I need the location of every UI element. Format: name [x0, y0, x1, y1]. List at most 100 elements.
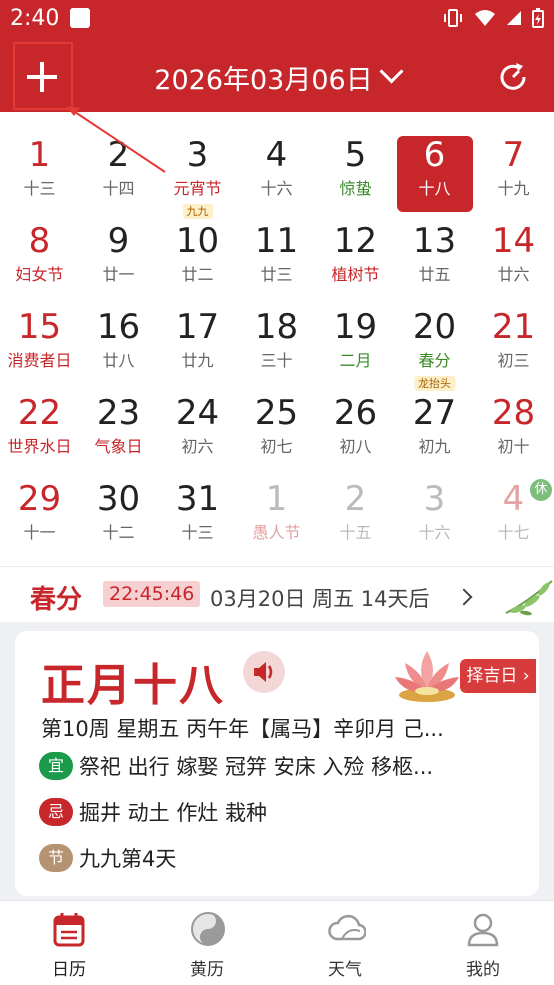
day-lunar-label: 初十: [497, 437, 530, 456]
day-lunar-label: 十二: [102, 523, 135, 542]
bottom-tab-bar: 日历 黄历 天气 我的: [0, 900, 554, 985]
chevron-right-icon: [455, 588, 473, 606]
speaker-icon: [254, 662, 273, 682]
calendar-day-cell[interactable]: 16 廿八: [79, 284, 158, 370]
tab-weather[interactable]: 天气: [276, 901, 414, 985]
bamboo-icon: [505, 580, 553, 616]
zeji-label: 择吉日: [466, 666, 518, 686]
calendar-day-cell[interactable]: 9 廿一: [79, 198, 158, 284]
day-lunar-label: 初七: [260, 437, 293, 456]
select-auspicious-day-button[interactable]: 择吉日 ›: [460, 659, 536, 693]
calendar-day-cell[interactable]: 26 初八: [316, 370, 395, 456]
calendar-day-cell[interactable]: 27 初九: [395, 370, 474, 456]
day-lunar-label: 世界水日: [7, 437, 72, 456]
day-lunar-label: 三十: [260, 351, 293, 370]
day-number: 30: [96, 479, 141, 519]
day-number: 15: [17, 307, 62, 347]
day-number: 12: [333, 221, 378, 261]
day-lunar-label: 初六: [181, 437, 214, 456]
calendar-day-cell[interactable]: 12 植树节: [316, 198, 395, 284]
day-lunar-label: 十五: [339, 523, 372, 542]
calendar-day-cell[interactable]: 25 初七: [237, 370, 316, 456]
yi-row[interactable]: 宜祭祀 出行 嫁娶 冠笄 安床 入殓 移柩...: [39, 751, 433, 781]
calendar-day-cell[interactable]: 28 初十: [474, 370, 553, 456]
day-lunar-label: 廿二: [181, 265, 214, 284]
day-lunar-label: 初八: [339, 437, 372, 456]
tab-label: 日历: [52, 960, 86, 980]
day-lunar-label: 气象日: [94, 437, 143, 456]
calendar-icon: [53, 913, 85, 947]
calendar-day-cell[interactable]: 15 消费者日: [0, 284, 79, 370]
calendar-day-cell[interactable]: 24 初六: [158, 370, 237, 456]
day-number: 10: [175, 221, 220, 261]
day-lunar-label: 妇女节: [15, 265, 64, 284]
annotation-arrow: [66, 106, 166, 173]
calendar-day-cell[interactable]: 19 二月: [316, 284, 395, 370]
ji-row[interactable]: 忌掘井 动土 作灶 栽种: [39, 797, 267, 827]
jie-tag: 节: [39, 844, 73, 872]
lotus-icon: [395, 651, 459, 702]
solar-term-name: 春分: [30, 585, 83, 615]
speaker-button[interactable]: [243, 651, 285, 693]
day-number: 13: [412, 221, 457, 261]
jie-text: 九九第4天: [79, 847, 177, 871]
day-number: 29: [17, 479, 62, 519]
day-number: 19: [333, 307, 378, 347]
day-number: 28: [491, 393, 536, 433]
day-number: 17: [175, 307, 220, 347]
day-number: 11: [254, 221, 299, 261]
day-lunar-label: 二月: [339, 351, 372, 370]
tab-calendar[interactable]: 日历: [0, 901, 138, 985]
tab-label: 我的: [466, 960, 500, 980]
calendar-day-cell[interactable]: 10 廿二: [158, 198, 237, 284]
rest-badge: 休: [530, 479, 552, 501]
solar-term-row[interactable]: 春分 22:45:46 03月20日 周五 14天后: [0, 566, 554, 623]
day-number: 31: [175, 479, 220, 519]
calendar-day-cell[interactable]: 13 廿五: [395, 198, 474, 284]
calendar-day-cell[interactable]: 30 十二: [79, 456, 158, 542]
tab-almanac[interactable]: 黄历: [138, 901, 276, 985]
calendar-day-cell[interactable]: 31 十三: [158, 456, 237, 542]
calendar-day-cell[interactable]: 14 廿六: [474, 198, 553, 284]
day-lunar-label: 初三: [497, 351, 530, 370]
day-number: 20: [412, 307, 457, 347]
ji-tag: 忌: [39, 798, 73, 826]
calendar-day-cell[interactable]: 29 十一: [0, 456, 79, 542]
day-lunar-label: 十七: [497, 523, 530, 542]
calendar-day-cell[interactable]: 2 十五: [316, 456, 395, 542]
day-lunar-label: 廿五: [418, 265, 451, 284]
yi-tag: 宜: [39, 752, 73, 780]
day-lunar-label: 廿三: [260, 265, 293, 284]
calendar-day-cell[interactable]: 3 十六: [395, 456, 474, 542]
day-number: 24: [175, 393, 220, 433]
day-number: 16: [96, 307, 141, 347]
day-lunar-label: 愚人节: [252, 523, 301, 542]
calendar-day-cell[interactable]: 17 廿九: [158, 284, 237, 370]
yi-text: 祭祀 出行 嫁娶 冠笄 安床 入殓 移柩...: [79, 755, 434, 779]
day-lunar-label: 植树节: [331, 265, 380, 284]
day-lunar-label: 初九: [418, 437, 451, 456]
calendar-day-cell[interactable]: 1 愚人节: [237, 456, 316, 542]
almanac-card[interactable]: 正月十八 择吉日 › 第10周 星期五 丙午年【属马】辛卯月 己... 宜祭祀 …: [15, 631, 539, 896]
day-lunar-label: 廿九: [181, 351, 214, 370]
tab-profile[interactable]: 我的: [414, 901, 552, 985]
solar-term-date: 03月20日 周五 14天后: [210, 587, 430, 611]
day-number: 21: [491, 307, 536, 347]
day-number: 2: [344, 479, 367, 519]
day-lunar-label: 廿六: [497, 265, 530, 284]
weather-icon: [328, 914, 366, 941]
day-lunar-label: 十六: [418, 523, 451, 542]
calendar-day-cell[interactable]: 23 气象日: [79, 370, 158, 456]
day-number: 14: [491, 221, 536, 261]
calendar-day-cell[interactable]: 8 妇女节: [0, 198, 79, 284]
day-lunar-label: 十三: [181, 523, 214, 542]
yinyang-icon: [191, 912, 225, 946]
calendar-day-cell[interactable]: 11 廿三: [237, 198, 316, 284]
calendar-day-cell[interactable]: 22 世界水日: [0, 370, 79, 456]
jie-row[interactable]: 节九九第4天: [39, 843, 176, 873]
day-lunar-label: 消费者日: [7, 351, 72, 370]
calendar-day-cell[interactable]: 21 初三: [474, 284, 553, 370]
almanac-info-line: 第10周 星期五 丙午年【属马】辛卯月 己...: [41, 717, 444, 741]
calendar-day-cell[interactable]: 18 三十: [237, 284, 316, 370]
calendar-day-cell[interactable]: 20 春分 龙抬头: [395, 284, 474, 391]
